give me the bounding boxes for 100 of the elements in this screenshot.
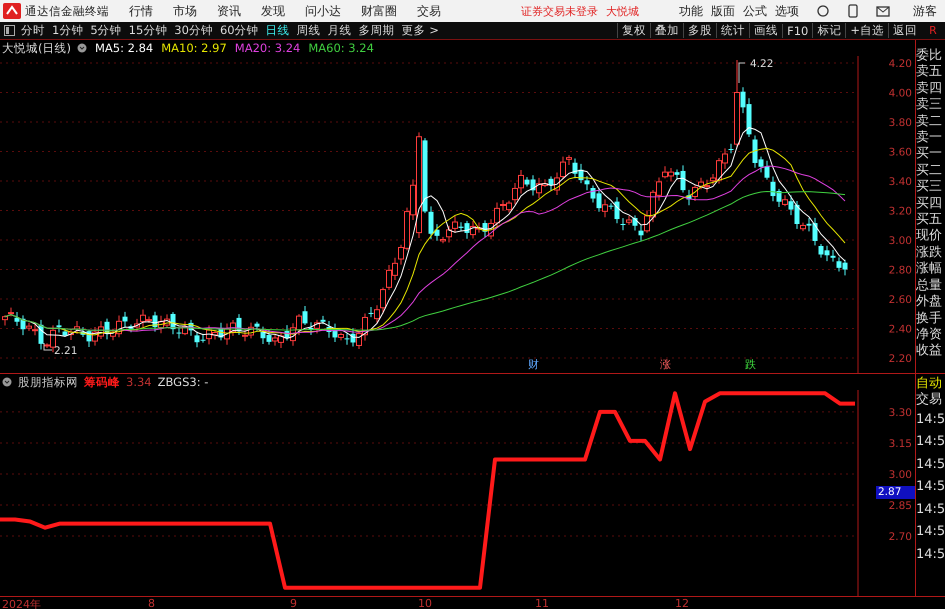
quote-label: 现价 <box>916 228 943 245</box>
trade-time: 14:5 <box>916 456 945 474</box>
toolbar-button[interactable]: 叠加 <box>650 23 684 38</box>
menu-item[interactable]: 发现 <box>261 2 285 20</box>
indicator-axis-label: 2.85 <box>888 500 912 512</box>
cursor-price-label: 2.87 <box>876 486 915 499</box>
period-tab[interactable]: 分时 <box>21 23 45 38</box>
period-tab[interactable]: 30分钟 <box>174 23 213 38</box>
settings-icon[interactable] <box>2 377 12 387</box>
leader-line <box>44 342 52 350</box>
menu-item[interactable]: 市场 <box>173 2 197 20</box>
quote-label: 买四 <box>916 196 943 212</box>
menu-item[interactable]: 公式 <box>743 2 767 20</box>
quote-label: 卖四 <box>916 80 943 97</box>
menu-item[interactable]: 行情 <box>129 2 153 20</box>
toolbar-button[interactable]: 标记 <box>812 23 846 38</box>
ma-label: MA20: 3.24 <box>234 41 300 55</box>
price-axis-label: 2.20 <box>888 353 912 365</box>
quote-label: 卖五 <box>916 64 943 81</box>
ma-label: MA5: 2.84 <box>94 41 154 55</box>
user-label[interactable]: 游客 <box>913 2 937 20</box>
quote-label: 净资 <box>916 326 943 344</box>
high-price-label: 4.22 <box>750 58 774 70</box>
menu-item[interactable]: 功能 <box>679 2 703 20</box>
panel-toggle-icon[interactable] <box>4 25 15 36</box>
time-axis-label: 2024年 <box>2 597 41 609</box>
time-axis-label: 11 <box>535 597 549 609</box>
quote-label: 买三 <box>916 179 943 196</box>
chart-title: 大悦城(日线) <box>2 40 71 56</box>
trade-time: 14:5 <box>916 410 945 429</box>
corner-label: R <box>928 24 938 37</box>
trade-time: 14:5 <box>916 500 945 519</box>
toolbar-button[interactable]: +自选 <box>845 23 888 38</box>
menu-item[interactable]: 版面 <box>711 2 735 20</box>
indicator-value: 3.34 <box>126 375 152 389</box>
event-marker[interactable]: 财 <box>528 358 539 371</box>
quote-label: 总量 <box>916 278 943 294</box>
leader-line <box>738 62 746 84</box>
toolbar-button[interactable]: 复权 <box>617 23 650 38</box>
menu-item[interactable]: 交易 <box>417 2 441 20</box>
toolbar-button[interactable]: 多股 <box>683 23 716 38</box>
price-axis-label: 4.20 <box>888 58 912 70</box>
trade-time: 14:5 <box>916 478 945 496</box>
stock-name: 大悦城 <box>606 4 639 18</box>
ma-label: MA10: 2.97 <box>161 41 227 55</box>
event-marker[interactable]: 跌 <box>745 358 756 371</box>
price-axis-label: 3.40 <box>888 176 912 188</box>
period-tab[interactable]: 15分钟 <box>128 23 168 38</box>
quote-label: 外盘 <box>916 294 943 310</box>
quote-label: 收益 <box>916 343 943 360</box>
toolbar-button[interactable]: 返回 <box>888 23 921 38</box>
settings-icon[interactable] <box>76 43 87 53</box>
period-tab[interactable]: 月线 <box>328 23 352 38</box>
menu-item[interactable]: 资讯 <box>217 2 241 20</box>
quote-label: 买二 <box>916 162 943 180</box>
price-axis-label: 3.20 <box>888 206 912 218</box>
indicator-name: 筹码峰 <box>84 374 120 390</box>
low-price-label: 2.21 <box>54 345 78 357</box>
period-tab[interactable]: 周线 <box>296 23 321 38</box>
price-axis-label: 3.00 <box>888 235 912 247</box>
time-axis-label: 12 <box>675 597 689 609</box>
quote-label: 卖二 <box>916 114 943 130</box>
indicator-source: 股朋指标网 <box>18 374 78 390</box>
toolbar-button[interactable]: 画线 <box>749 23 782 38</box>
auto-trade-label[interactable]: 自动 <box>916 376 945 392</box>
menu-item[interactable]: 选项 <box>775 2 799 20</box>
period-tab[interactable]: 5分钟 <box>90 23 122 38</box>
period-tab[interactable]: 日线 <box>266 23 290 38</box>
menu-item[interactable]: 问小达 <box>305 2 341 20</box>
login-notice[interactable]: 证券交易未登录 <box>521 4 598 18</box>
price-axis-label: 3.80 <box>888 117 912 129</box>
quote-label: 委比 <box>916 48 943 64</box>
period-tab[interactable]: 更多 > <box>402 23 439 38</box>
indicator-axis-label: 2.70 <box>888 531 912 543</box>
formula-label: ZBGS3: - <box>158 375 208 389</box>
price-axis-label: 4.00 <box>888 88 912 100</box>
quote-label: 卖一 <box>916 130 943 146</box>
price-axis-label: 3.60 <box>888 146 912 158</box>
ma-label: MA60: 3.24 <box>308 41 374 55</box>
quote-label: 买五 <box>916 212 943 228</box>
trade-label[interactable]: 交易 <box>916 392 945 409</box>
mail-icon[interactable] <box>876 6 890 16</box>
period-tab[interactable]: 1分钟 <box>52 23 84 38</box>
toolbar-button[interactable]: 统计 <box>716 23 750 38</box>
event-marker[interactable]: 涨 <box>660 358 671 371</box>
trade-time: 14:5 <box>916 433 945 452</box>
price-axis-label: 2.60 <box>888 294 912 306</box>
time-axis-label: 8 <box>148 597 155 609</box>
quote-label: 买一 <box>916 146 943 163</box>
quote-label: 换手 <box>916 310 943 327</box>
period-tab[interactable]: 60分钟 <box>220 23 259 38</box>
phone-icon[interactable] <box>848 4 858 18</box>
period-tab[interactable]: 多周期 <box>358 23 395 38</box>
app-logo-icon <box>3 3 21 19</box>
app-name: 通达信金融终端 <box>25 4 109 18</box>
menu-item[interactable]: 财富圈 <box>361 2 397 20</box>
time-axis-label: 10 <box>418 597 432 609</box>
price-axis-label: 2.40 <box>888 324 912 336</box>
chat-icon[interactable] <box>816 4 830 18</box>
toolbar-button[interactable]: F10 <box>782 24 812 38</box>
